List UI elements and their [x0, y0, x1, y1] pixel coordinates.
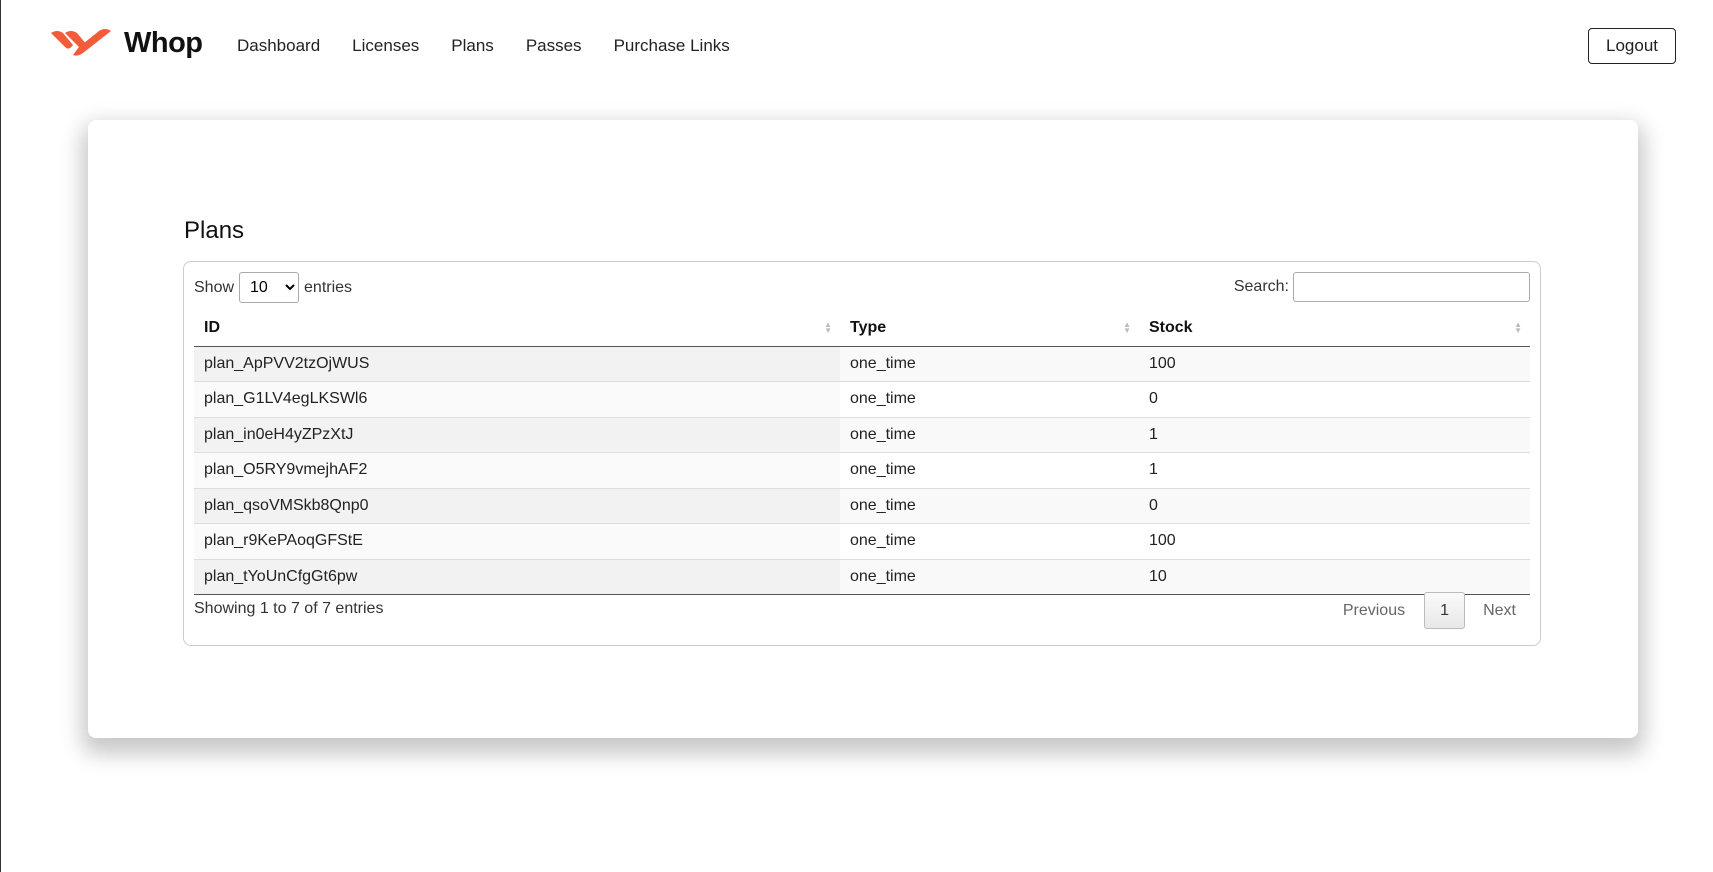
- cell-stock: 0: [1139, 381, 1530, 417]
- table-info: Showing 1 to 7 of 7 entries: [194, 600, 384, 617]
- logout-button[interactable]: Logout: [1588, 28, 1676, 64]
- cell-stock: 100: [1139, 523, 1530, 559]
- length-suffix: entries: [304, 278, 353, 296]
- sort-icon: ▲ ▼: [1514, 320, 1522, 335]
- cell-type: one_time: [840, 346, 1139, 382]
- top-navbar: Whop Dashboard Licenses Plans Passes Pur…: [0, 0, 1713, 92]
- cell-stock: 0: [1139, 487, 1530, 524]
- window-edge: [0, 0, 1, 872]
- column-header-type[interactable]: Type ▲ ▼: [840, 310, 1139, 347]
- cell-type: one_time: [840, 487, 1139, 524]
- entries-per-page-select[interactable]: 10: [239, 272, 300, 303]
- nav-dashboard[interactable]: Dashboard: [237, 35, 320, 57]
- cell-stock: 10: [1139, 558, 1530, 595]
- cell-type: one_time: [840, 416, 1139, 453]
- cell-id: plan_G1LV4egLKSWl6: [194, 381, 840, 417]
- sort-icon: ▲ ▼: [1123, 320, 1131, 335]
- plans-datatable: Show 10 entries Search: ID ▲ ▼ Type ▲ ▼ Stoc…: [183, 261, 1541, 646]
- cell-id: plan_O5RY9vmejhAF2: [194, 452, 840, 488]
- cell-type: one_time: [840, 523, 1139, 559]
- table-header-row: ID ▲ ▼ Type ▲ ▼ Stock ▲ ▼: [194, 310, 1530, 347]
- column-header-label: Stock: [1149, 318, 1193, 336]
- cell-id: plan_in0eH4yZPzXtJ: [194, 416, 840, 453]
- column-header-stock[interactable]: Stock ▲ ▼: [1139, 310, 1530, 347]
- table-row: plan_G1LV4egLKSWl6 one_time 0: [194, 381, 1530, 417]
- cell-type: one_time: [840, 558, 1139, 595]
- cell-id: plan_qsoVMSkb8Qnp0: [194, 487, 840, 524]
- column-header-label: Type: [850, 318, 887, 336]
- nav-plans[interactable]: Plans: [451, 35, 494, 57]
- previous-page-button[interactable]: Previous: [1343, 602, 1405, 620]
- pagination: Previous 1 Next: [1343, 592, 1516, 629]
- table-row: plan_in0eH4yZPzXtJ one_time 1: [194, 416, 1530, 453]
- table-row: plan_qsoVMSkb8Qnp0 one_time 0: [194, 487, 1530, 524]
- cell-stock: 1: [1139, 416, 1530, 453]
- table-body: plan_ApPVV2tzOjWUS one_time 100 plan_G1LV4e…: [194, 346, 1530, 595]
- search-label: Search:: [1233, 278, 1289, 295]
- nav-links: Dashboard Licenses Plans Passes Purchase…: [237, 35, 762, 57]
- cell-stock: 100: [1139, 346, 1530, 382]
- cell-id: plan_ApPVV2tzOjWUS: [194, 346, 840, 382]
- table-row: plan_r9KePAoqGFStE one_time 100: [194, 523, 1530, 559]
- nav-passes[interactable]: Passes: [526, 35, 582, 57]
- cell-id: plan_tYoUnCfgGt6pw: [194, 558, 840, 595]
- entries-length-control: Show 10 entries: [194, 272, 352, 303]
- nav-purchase-links[interactable]: Purchase Links: [614, 35, 730, 57]
- brand-logo-link[interactable]: Whop: [49, 27, 203, 59]
- nav-licenses[interactable]: Licenses: [352, 35, 419, 57]
- cell-type: one_time: [840, 381, 1139, 417]
- plans-table: ID ▲ ▼ Type ▲ ▼ Stock ▲ ▼ plan_ApPVV2tzOjWUS on…: [194, 310, 1530, 595]
- length-prefix: Show: [194, 278, 235, 296]
- search-input[interactable]: [1293, 272, 1530, 302]
- cell-type: one_time: [840, 452, 1139, 488]
- cell-stock: 1: [1139, 452, 1530, 488]
- whop-logo-icon: [51, 29, 111, 56]
- table-row: plan_O5RY9vmejhAF2 one_time 1: [194, 452, 1530, 488]
- column-header-label: ID: [204, 318, 220, 336]
- content-card: Plans Show 10 entries Search: ID ▲ ▼ Type ▲…: [88, 120, 1638, 738]
- page-title: Plans: [184, 217, 245, 244]
- brand-name: Whop: [124, 26, 203, 59]
- column-header-id[interactable]: ID ▲ ▼: [194, 310, 840, 347]
- table-row: plan_ApPVV2tzOjWUS one_time 100: [194, 346, 1530, 382]
- page-1-button[interactable]: 1: [1424, 592, 1466, 629]
- table-search: Search:: [1234, 272, 1530, 302]
- next-page-button[interactable]: Next: [1483, 602, 1516, 620]
- cell-id: plan_r9KePAoqGFStE: [194, 523, 840, 559]
- sort-asc-icon: ▲ ▼: [824, 320, 832, 335]
- table-row: plan_tYoUnCfgGt6pw one_time 10: [194, 558, 1530, 595]
